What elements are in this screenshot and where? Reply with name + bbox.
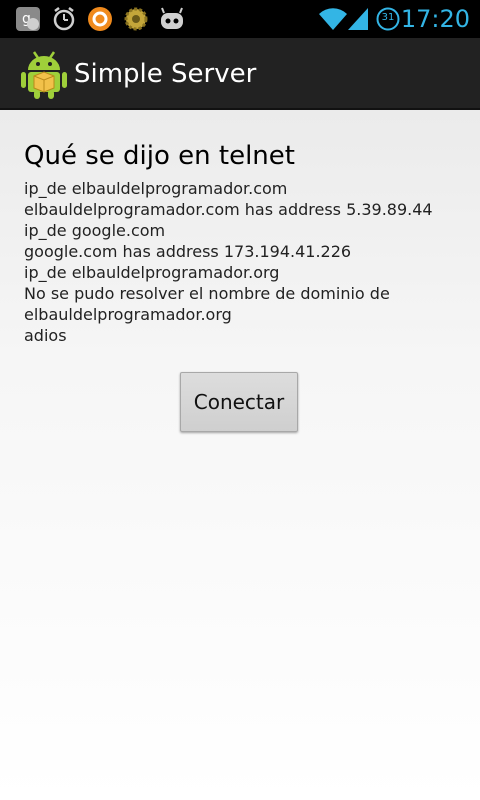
log-line: ip_de elbauldelprogramador.com <box>24 179 288 198</box>
signal-strength-icon <box>348 6 370 36</box>
gear-icon <box>122 5 150 33</box>
log-line: ip_de elbauldelprogramador.org <box>24 263 280 282</box>
log-line: adios <box>24 326 67 345</box>
telnet-log: ip_de elbauldelprogramador.com elbauldel… <box>24 178 464 346</box>
action-bar: Simple Server <box>0 38 480 110</box>
wifi-icon <box>318 6 348 36</box>
calendar-icon: 31 <box>376 7 400 35</box>
google-talk-icon: g <box>14 5 42 33</box>
log-line: elbauldelprogramador.com has address 5.3… <box>24 200 433 219</box>
calendar-day-label: 31 <box>381 12 395 23</box>
connect-button[interactable]: Conectar <box>180 372 298 432</box>
log-line: No se pudo resolver el nombre de dominio… <box>24 284 395 324</box>
app-screen: g 31 17:20 Simple Server Qué se dijo en … <box>0 0 480 800</box>
page-heading: Qué se dijo en telnet <box>24 141 295 171</box>
cyanogenmod-icon <box>158 5 186 33</box>
android-app-icon[interactable] <box>20 48 68 100</box>
app-title: Simple Server <box>74 59 257 89</box>
alarm-clock-icon <box>50 5 78 33</box>
log-line: ip_de google.com <box>24 221 166 240</box>
main-content: Qué se dijo en telnet ip_de elbauldelpro… <box>24 132 464 346</box>
status-clock: 17:20 <box>400 5 470 33</box>
log-line: google.com has address 173.194.41.226 <box>24 242 352 261</box>
status-bar: g 31 17:20 <box>0 0 480 38</box>
orange-circle-app-icon <box>86 5 114 33</box>
